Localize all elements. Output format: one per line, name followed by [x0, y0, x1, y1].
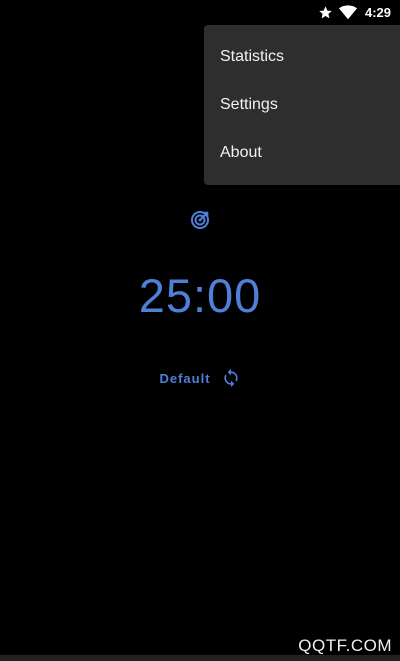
- timer-label-row: Default: [0, 368, 400, 388]
- watermark: QQTF.COM: [298, 636, 392, 655]
- timer-label[interactable]: Default: [159, 371, 210, 386]
- menu-item-statistics[interactable]: Statistics: [204, 33, 400, 81]
- timer-display[interactable]: 25:00: [0, 268, 400, 323]
- overflow-menu: Statistics Settings About: [204, 25, 400, 185]
- menu-item-settings[interactable]: Settings: [204, 81, 400, 129]
- status-bar: 4:29: [0, 0, 400, 24]
- refresh-icon[interactable]: [221, 368, 241, 388]
- menu-item-about[interactable]: About: [204, 129, 400, 177]
- target-icon: [190, 210, 210, 230]
- status-time: 4:29: [364, 4, 391, 20]
- bottom-bar: [0, 655, 400, 661]
- status-icons: 4:29: [318, 3, 391, 21]
- wifi-icon: [338, 4, 357, 20]
- star-icon: [318, 5, 333, 20]
